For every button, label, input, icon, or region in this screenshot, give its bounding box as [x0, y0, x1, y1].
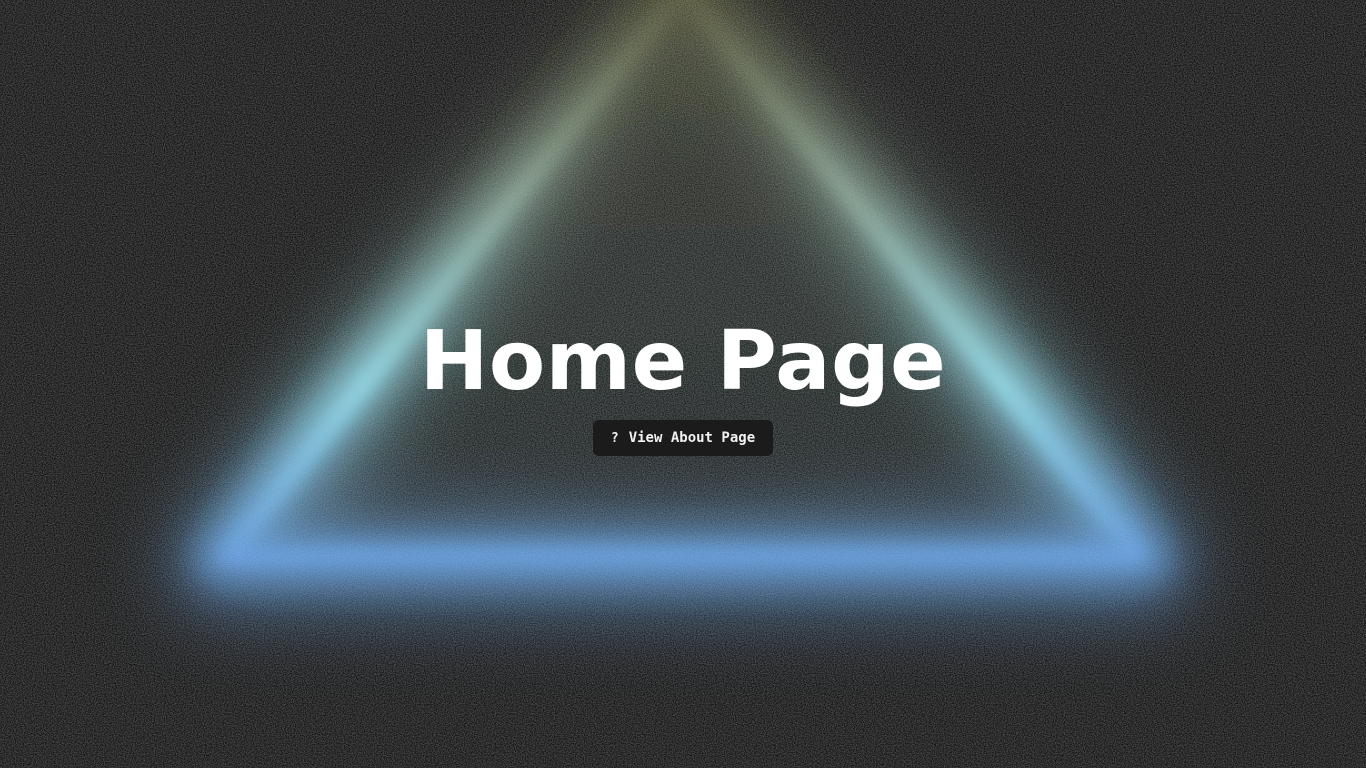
view-about-page-label: View About Page — [628, 430, 756, 446]
question-icon: ? — [610, 430, 619, 446]
view-about-page-button[interactable]: ? View About Page — [593, 420, 773, 456]
hero: Home Page ? View About Page — [0, 0, 1366, 768]
page-title: Home Page — [419, 314, 947, 409]
home-page: Home Page ? View About Page — [0, 0, 1366, 768]
